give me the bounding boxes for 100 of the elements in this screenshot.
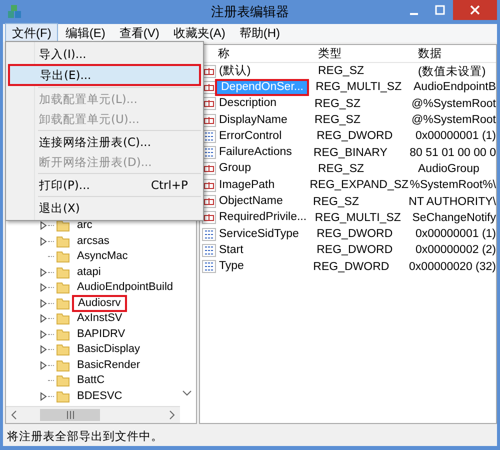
value-type: REG_SZ [317,162,366,175]
expand-arrow-icon[interactable] [40,392,47,401]
binary-value-icon [202,244,216,257]
menu-bar-item[interactable]: 帮助(H) [232,22,287,44]
horizontal-scrollbar[interactable] [6,406,180,423]
menu-bar-item[interactable]: 文件(F) [5,22,58,44]
folder-icon [56,328,70,341]
value-name[interactable]: FailureActions [217,145,294,160]
folder-icon [56,250,70,264]
value-data: AudioEndpointB [412,81,496,94]
tree-item[interactable]: BasicRender [74,358,143,373]
value-name[interactable]: Description [217,96,279,112]
status-text: 将注册表全部导出到文件中。 [7,428,163,444]
tree-item[interactable]: arcsas [74,234,112,249]
menu-item[interactable]: 退出(X) [8,198,201,218]
column-header[interactable]: 数据 [414,46,496,61]
menu-bar-item[interactable]: 查看(V) [112,22,166,44]
menu-item[interactable]: 导出(E)... [8,64,201,86]
tree-item[interactable]: atapi [74,264,104,280]
menu-bar-item[interactable]: 收藏夹(A) [166,22,232,44]
value-type: REG_SZ [313,98,362,110]
tree-item[interactable]: BattC [74,373,108,388]
folder-icon [56,390,70,403]
value-type: REG_DWORD [312,260,390,273]
registry-cubes-icon [7,4,23,20]
value-data: 80 51 01 00 00 0 [408,146,496,159]
value-name[interactable]: Group [217,161,253,176]
folder-icon [56,219,70,232]
value-type: REG_DWORD [316,228,394,240]
binary-value-icon [202,228,216,241]
value-data: @%SystemRoot [410,98,496,110]
value-type: REG_BINARY [312,146,388,159]
value-data: %SystemRoot%\ [408,179,496,192]
value-name[interactable]: (默认) [217,64,253,79]
value-name[interactable]: ServiceSidType [217,226,301,242]
scroll-left-icon[interactable] [10,410,18,420]
value-type: REG_MULTI_SZ [314,81,403,94]
value-data: @%SystemRoot [410,114,496,126]
window-title: 注册表编辑器 [211,3,289,21]
value-name[interactable]: ObjectName [217,194,285,210]
value-data: 0x00000001 (1) [414,228,496,240]
scroll-thumb[interactable] [40,409,100,421]
binary-value-icon [202,260,216,274]
expand-arrow-icon[interactable] [40,314,47,324]
value-data: SeChangeNotify [411,212,496,224]
column-header[interactable]: 类型 [314,46,414,61]
expand-arrow-icon[interactable] [40,236,47,246]
folder-icon [56,358,70,372]
menu-item[interactable]: 导入(I)... [8,44,201,64]
tree-item[interactable]: AudioEndpointBuild [74,280,176,296]
value-name[interactable]: ImagePath [217,178,277,193]
tree-item[interactable]: BasicDisplay [74,342,143,358]
folder-icon [56,234,70,248]
tree-item[interactable]: BDESVC [74,388,126,404]
value-data: 0x00000020 (32) [408,260,496,273]
grip-icon [66,411,74,419]
expand-arrow-icon[interactable] [40,330,47,339]
scroll-right-icon[interactable] [168,410,176,420]
folder-icon [56,281,70,294]
value-type: REG_SZ [312,196,360,208]
expand-arrow-icon[interactable] [40,268,47,277]
value-data: (数值未设置) [417,64,487,79]
maximize-icon [435,5,445,15]
tree-item[interactable]: AsyncMac [74,249,131,264]
folder-icon [56,312,70,326]
value-data: NT AUTHORITY\ [408,196,496,208]
close-icon [470,5,480,15]
value-data: AudioGroup [417,162,480,175]
close-button[interactable] [453,0,497,20]
menu-item[interactable]: 连接网络注册表(C)... [8,132,201,152]
tree-item[interactable]: Audiosrv [74,296,125,310]
expand-arrow-icon[interactable] [40,298,47,308]
value-name[interactable]: Type [217,259,246,274]
value-name[interactable]: DisplayName [217,112,290,128]
menu-bar-item[interactable]: 编辑(E) [58,22,112,44]
folder-icon [56,296,70,310]
minimize-icon [410,13,418,15]
tree-item[interactable]: AxInstSV [74,311,126,326]
tree-item[interactable]: arc [74,218,96,234]
value-type: REG_DWORD [316,130,394,142]
value-type: REG_MULTI_SZ [314,212,402,224]
value-name[interactable]: ErrorControl [217,128,284,144]
value-type: REG_SZ [313,114,362,126]
value-type: REG_EXPAND_SZ [308,179,406,192]
value-type: REG_DWORD [316,244,394,256]
tree-item[interactable]: BAPIDRV [74,326,128,342]
expand-arrow-icon[interactable] [40,345,47,354]
value-type: REG_SZ [317,65,366,78]
expand-arrow-icon[interactable] [40,221,47,230]
folder-icon [56,266,70,279]
value-data: 0x00000001 (1) [414,130,496,142]
expand-arrow-icon[interactable] [40,283,47,292]
value-name[interactable]: Start [217,242,246,258]
scroll-down-icon[interactable] [182,389,192,397]
value-name[interactable]: RequiredPrivile... [217,210,309,226]
folder-icon [56,374,70,388]
column-header[interactable]: 称 [200,46,314,61]
expand-arrow-icon[interactable] [40,360,47,370]
folder-icon [56,343,70,356]
menu-item[interactable]: 打印(P)... Ctrl+P [8,175,201,195]
